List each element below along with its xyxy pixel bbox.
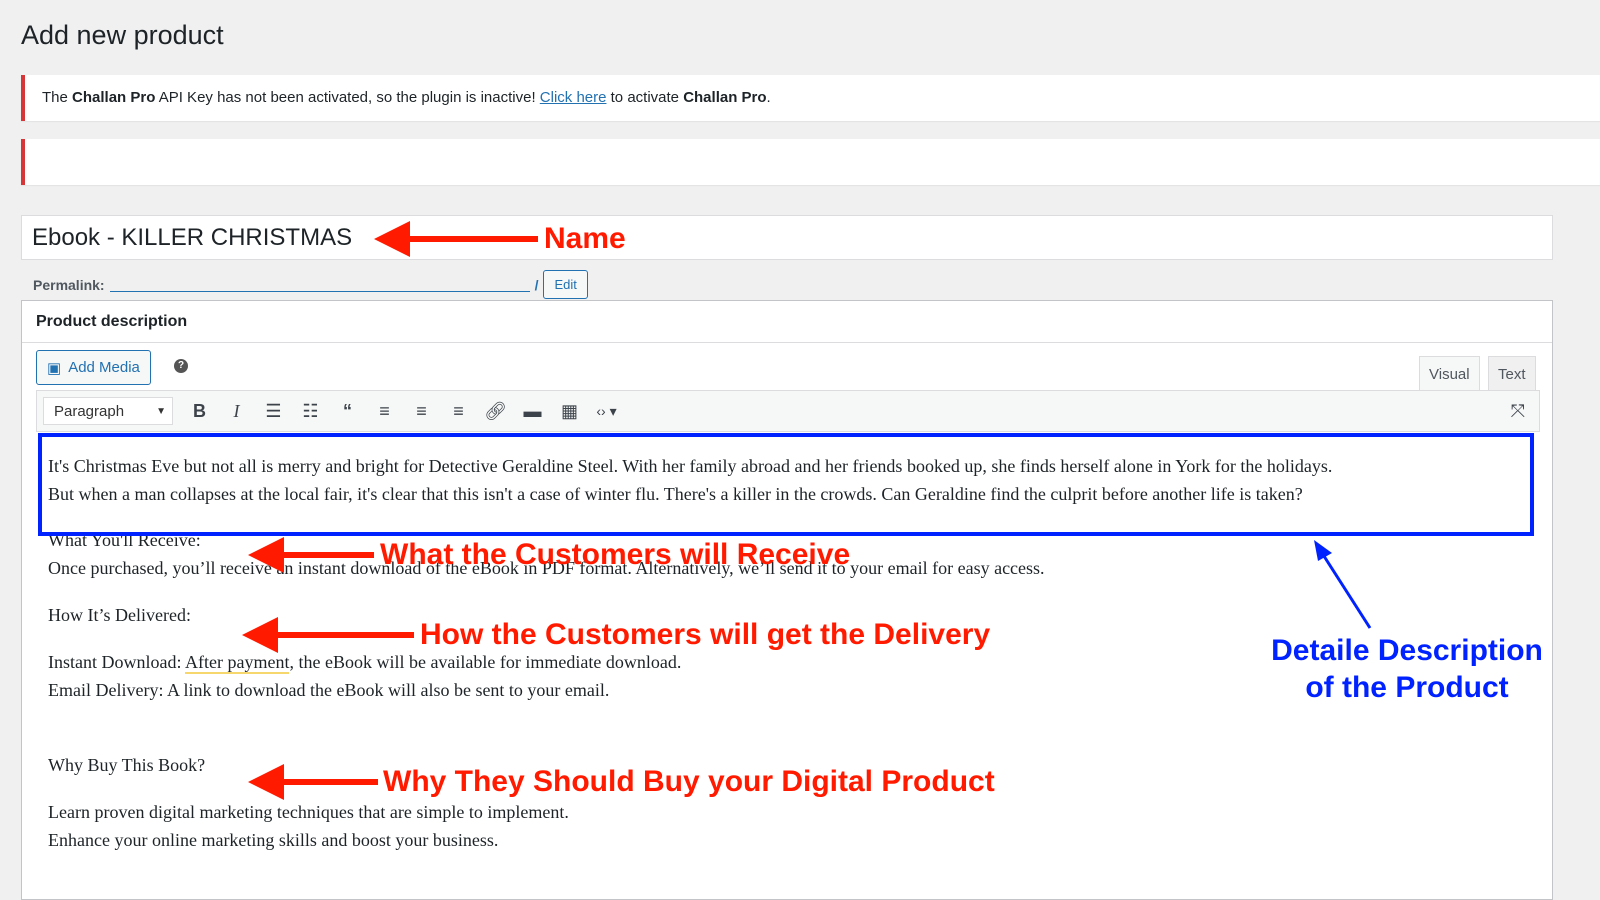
notice-text: . bbox=[766, 89, 771, 106]
notice-text: The bbox=[42, 89, 73, 106]
plugin-notice: The Challan Pro API Key has not been act… bbox=[21, 75, 1600, 121]
arrow-icon bbox=[248, 764, 378, 800]
product-title-input[interactable]: Ebook - KILLER CHRISTMAS bbox=[21, 215, 1553, 260]
annotation-highlight-box bbox=[38, 433, 1534, 536]
empty-notice bbox=[21, 139, 1600, 185]
paragraph: Enhance your online marketing skills and… bbox=[48, 830, 499, 850]
annotation-delivery: How the Customers will get the Delivery bbox=[420, 618, 991, 651]
help-icon[interactable]: ? bbox=[174, 359, 188, 373]
notice-brand: Challan Pro bbox=[72, 89, 156, 106]
bullet-list-icon[interactable]: ☰ bbox=[255, 401, 292, 422]
align-right-icon[interactable]: ≡ bbox=[440, 401, 477, 422]
toolbar-toggle-icon[interactable]: ▦ bbox=[551, 401, 588, 422]
code-icon[interactable]: ‹› ▾ bbox=[588, 403, 625, 420]
arrow-icon bbox=[248, 537, 374, 573]
numbered-list-icon[interactable]: ☷ bbox=[292, 401, 329, 422]
align-left-icon[interactable]: ≡ bbox=[366, 401, 403, 422]
page-title: Add new product bbox=[21, 20, 224, 50]
add-media-button[interactable]: ▣ Add Media bbox=[36, 350, 151, 385]
tab-visual[interactable]: Visual bbox=[1419, 356, 1480, 390]
fullscreen-icon[interactable]: ⤧ bbox=[1511, 401, 1525, 422]
blockquote-icon[interactable]: “ bbox=[329, 401, 366, 422]
bold-icon[interactable]: B bbox=[181, 401, 218, 422]
highlighted-text: After payment bbox=[185, 652, 290, 674]
notice-text: API Key has not been activated, so the p… bbox=[155, 89, 540, 106]
media-icon: ▣ bbox=[47, 359, 62, 377]
add-media-label: Add Media bbox=[68, 359, 140, 376]
text: , the eBook will be available for immedi… bbox=[289, 652, 682, 672]
align-center-icon[interactable]: ≡ bbox=[403, 401, 440, 422]
section-heading: Product description bbox=[22, 301, 1552, 343]
annotation-line: Detaile Description bbox=[1271, 634, 1543, 667]
permalink-edit-button[interactable]: Edit bbox=[543, 270, 588, 299]
italic-icon[interactable]: I bbox=[218, 401, 255, 422]
annotation-line: of the Product bbox=[1305, 671, 1509, 704]
annotation-name: Name bbox=[544, 222, 626, 255]
text: Instant Download: bbox=[48, 652, 185, 672]
permalink: Permalink: / Edit bbox=[33, 270, 588, 299]
tab-text[interactable]: Text bbox=[1488, 356, 1536, 390]
read-more-icon[interactable]: ▬ bbox=[514, 401, 551, 422]
notice-text: to activate bbox=[606, 89, 684, 106]
annotation-buy: Why They Should Buy your Digital Product bbox=[383, 765, 995, 798]
notice-brand: Challan Pro bbox=[683, 89, 767, 106]
link-icon[interactable]: 🔗︎ bbox=[477, 401, 514, 422]
arrow-icon bbox=[242, 617, 414, 653]
annotation-receive: What the Customers will Receive bbox=[380, 538, 851, 571]
arrow-icon bbox=[374, 221, 538, 257]
editor-toolbar: Paragraph B I ☰ ☷ “ ≡ ≡ ≡ 🔗︎ ▬ ▦ ‹› ▾ ⤧ bbox=[36, 390, 1540, 432]
activate-link[interactable]: Click here bbox=[540, 89, 607, 106]
permalink-label: Permalink: bbox=[33, 276, 105, 293]
paragraph: Learn proven digital marketing technique… bbox=[48, 802, 569, 822]
format-select[interactable]: Paragraph bbox=[43, 397, 173, 425]
blue-arrow-icon bbox=[1314, 540, 1372, 629]
annotation-detail: Detaile Description of the Product bbox=[1262, 632, 1552, 706]
permalink-url[interactable] bbox=[109, 278, 530, 292]
